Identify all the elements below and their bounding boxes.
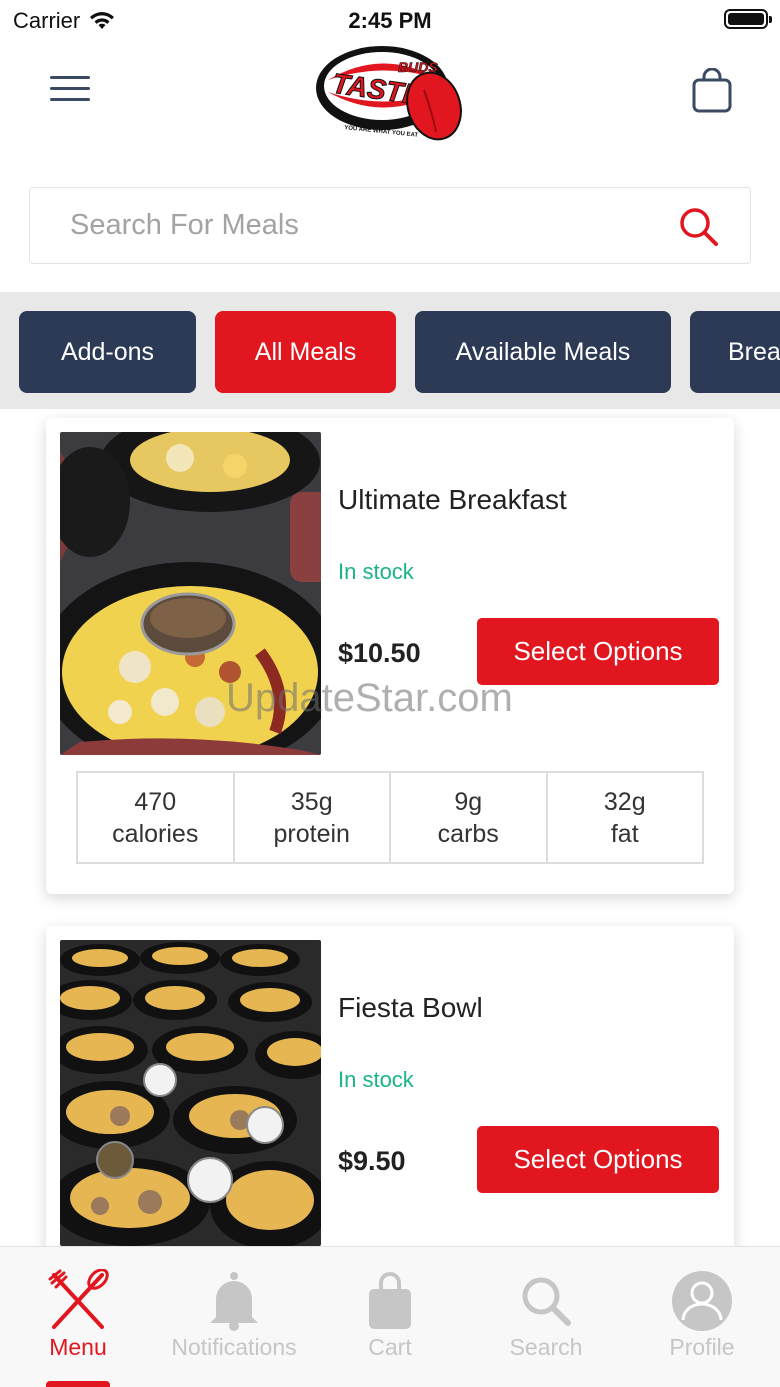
category-chip-all-meals[interactable]: All Meals <box>215 311 396 393</box>
bell-icon <box>202 1269 266 1333</box>
nutrition-protein: 35g protein <box>235 773 391 862</box>
meal-image[interactable] <box>60 940 321 1246</box>
tab-menu[interactable]: Menu <box>0 1247 156 1387</box>
nutrition-calories: 470 calories <box>78 773 235 862</box>
nutrition-value: 32g <box>603 787 646 816</box>
shopping-bag-icon <box>358 1269 422 1333</box>
category-chip-breakfast[interactable]: Brea <box>690 311 780 393</box>
user-icon <box>670 1269 734 1333</box>
meal-price: $9.50 <box>338 1146 406 1176</box>
hamburger-menu-icon[interactable] <box>50 76 90 106</box>
stock-status: In stock <box>338 559 414 584</box>
tab-profile[interactable]: Profile <box>624 1247 780 1387</box>
tab-label: Profile <box>669 1334 735 1360</box>
app-header: TASTE BUDS YOU ARE WHAT YOU EAT <box>0 40 780 155</box>
battery-icon <box>724 9 772 29</box>
nutrition-unit: calories <box>112 819 199 848</box>
tab-label: Menu <box>49 1334 107 1360</box>
tab-search[interactable]: Search <box>468 1247 624 1387</box>
nutrition-value: 470 <box>134 787 177 816</box>
category-filter-bar: Add-ons All Meals Available Meals Brea <box>0 292 780 409</box>
select-options-button[interactable]: Select Options <box>477 1126 719 1193</box>
meal-card: Ultimate Breakfast In stock $10.50 Selec… <box>46 418 734 894</box>
bottom-tab-bar: Menu Notifications Cart Search Profile <box>0 1246 780 1387</box>
nutrition-unit: protein <box>273 819 350 848</box>
nutrition-table: 470 calories 35g protein 9g carbs 32g fa… <box>76 771 704 864</box>
search-icon[interactable] <box>678 206 720 248</box>
category-chip-available-meals[interactable]: Available Meals <box>415 311 671 393</box>
nutrition-value: 35g <box>290 787 333 816</box>
select-options-button[interactable]: Select Options <box>477 618 719 685</box>
status-time: 2:45 PM <box>348 8 432 33</box>
search-icon <box>514 1269 578 1333</box>
meal-price: $10.50 <box>338 638 421 668</box>
tab-label: Search <box>509 1334 583 1360</box>
status-bar: Carrier 2:45 PM <box>0 0 780 40</box>
nutrition-unit: carbs <box>437 819 499 848</box>
nutrition-fat: 32g fat <box>548 773 703 862</box>
tab-notifications[interactable]: Notifications <box>156 1247 312 1387</box>
meal-image[interactable] <box>60 432 321 755</box>
search-input[interactable] <box>70 209 630 242</box>
stock-status: In stock <box>338 1067 414 1092</box>
utensils-icon <box>46 1269 110 1333</box>
search-bar <box>29 187 751 264</box>
tab-cart[interactable]: Cart <box>312 1247 468 1387</box>
active-tab-indicator <box>46 1381 110 1387</box>
nutrition-value: 9g <box>454 787 483 816</box>
nutrition-carbs: 9g carbs <box>391 773 548 862</box>
meal-title: Fiesta Bowl <box>338 992 483 1023</box>
nutrition-unit: fat <box>610 819 639 848</box>
meal-title: Ultimate Breakfast <box>338 484 567 515</box>
category-chip-add-ons[interactable]: Add-ons <box>19 311 196 393</box>
tab-label: Cart <box>368 1334 412 1360</box>
tab-label: Notifications <box>171 1334 297 1360</box>
taste-buds-logo: TASTE BUDS YOU ARE WHAT YOU EAT <box>316 46 462 141</box>
shopping-bag-icon[interactable] <box>690 68 734 114</box>
